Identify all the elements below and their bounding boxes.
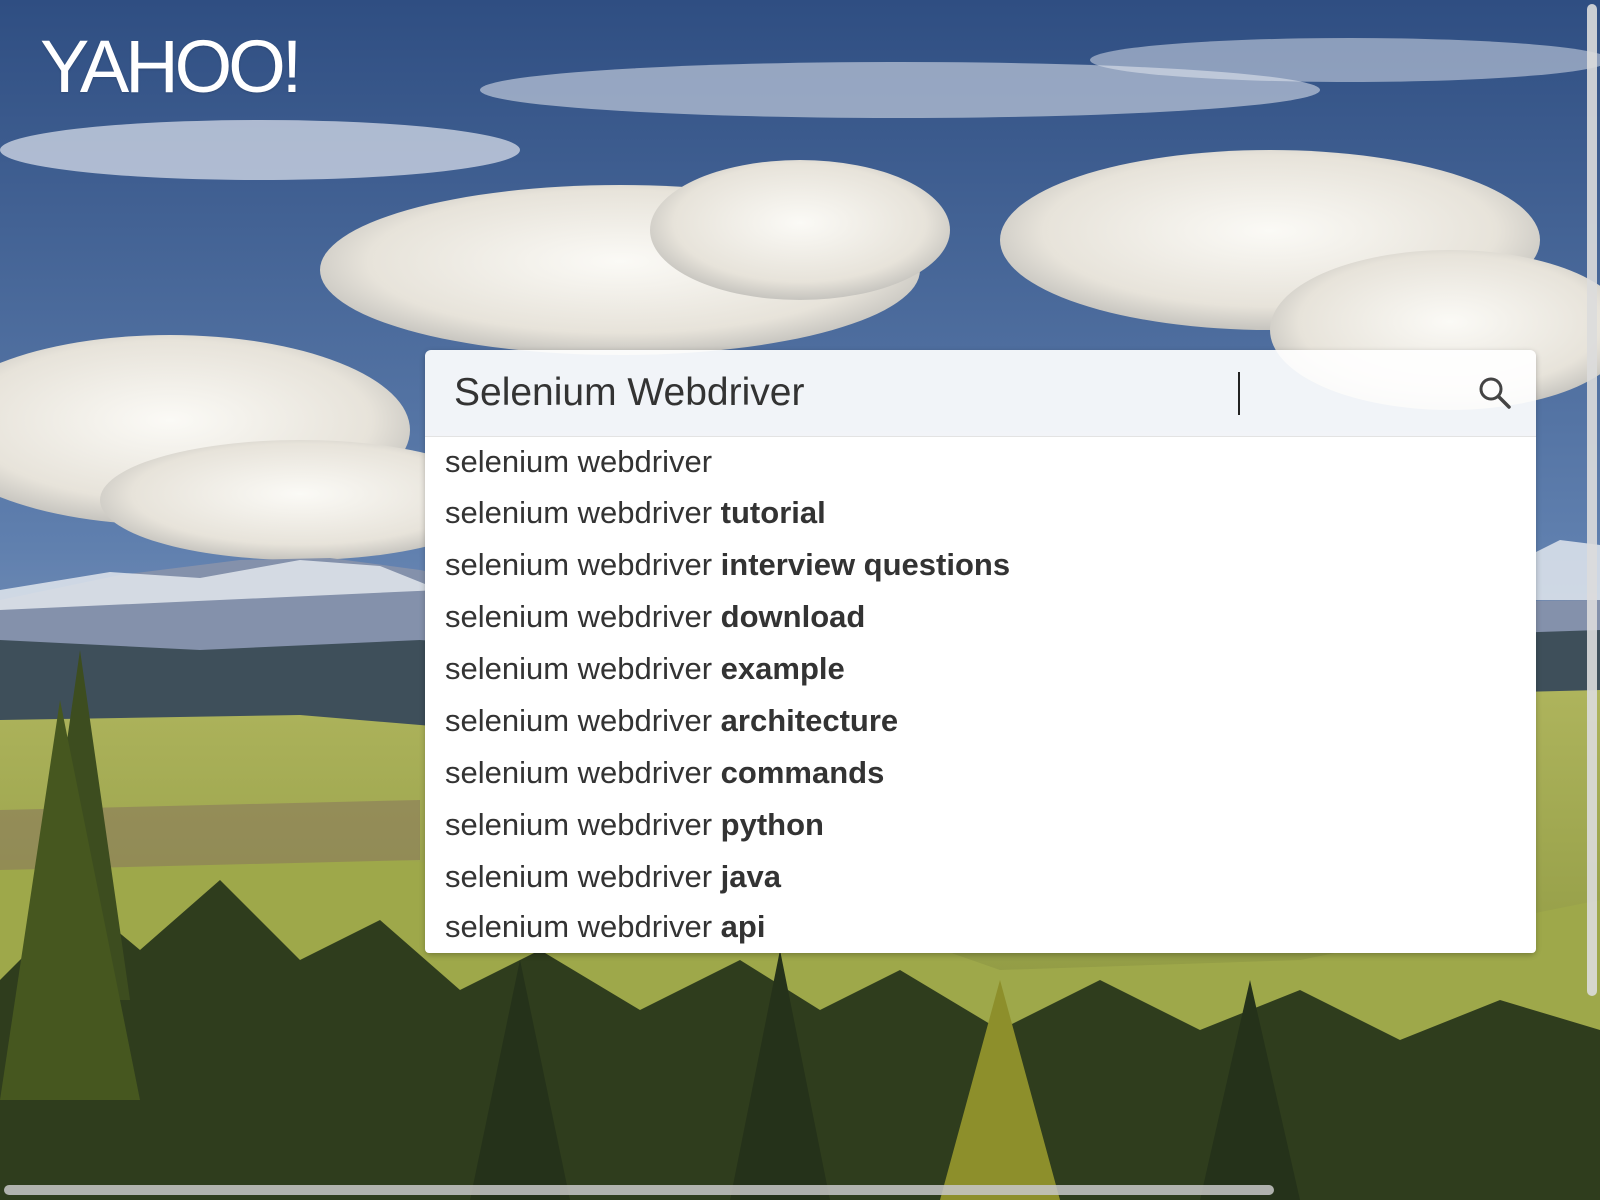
search-icon[interactable] [1472, 370, 1518, 416]
vertical-scrollbar[interactable] [1587, 4, 1597, 996]
suggestion-item[interactable]: selenium webdriver architecture [425, 695, 1536, 747]
suggestion-item[interactable]: selenium webdriver java [425, 851, 1536, 903]
suggestion-item[interactable]: selenium webdriver python [425, 799, 1536, 851]
yahoo-logo[interactable]: YAHOO! [40, 30, 302, 104]
text-caret [1238, 372, 1240, 415]
horizontal-scrollbar[interactable] [4, 1185, 1274, 1195]
suggestion-item[interactable]: selenium webdriver example [425, 643, 1536, 695]
suggestion-item[interactable]: selenium webdriver api [425, 903, 1536, 953]
suggestion-item[interactable]: selenium webdriver download [425, 591, 1536, 643]
search-box [425, 350, 1536, 437]
suggestion-list: selenium webdriver selenium webdriver tu… [425, 437, 1536, 953]
suggestion-item[interactable]: selenium webdriver [425, 437, 1536, 487]
suggestion-item[interactable]: selenium webdriver commands [425, 747, 1536, 799]
suggestion-item[interactable]: selenium webdriver tutorial [425, 487, 1536, 539]
search-widget: selenium webdriver selenium webdriver tu… [425, 350, 1536, 953]
search-input[interactable] [454, 369, 1434, 417]
suggestion-item[interactable]: selenium webdriver interview questions [425, 539, 1536, 591]
